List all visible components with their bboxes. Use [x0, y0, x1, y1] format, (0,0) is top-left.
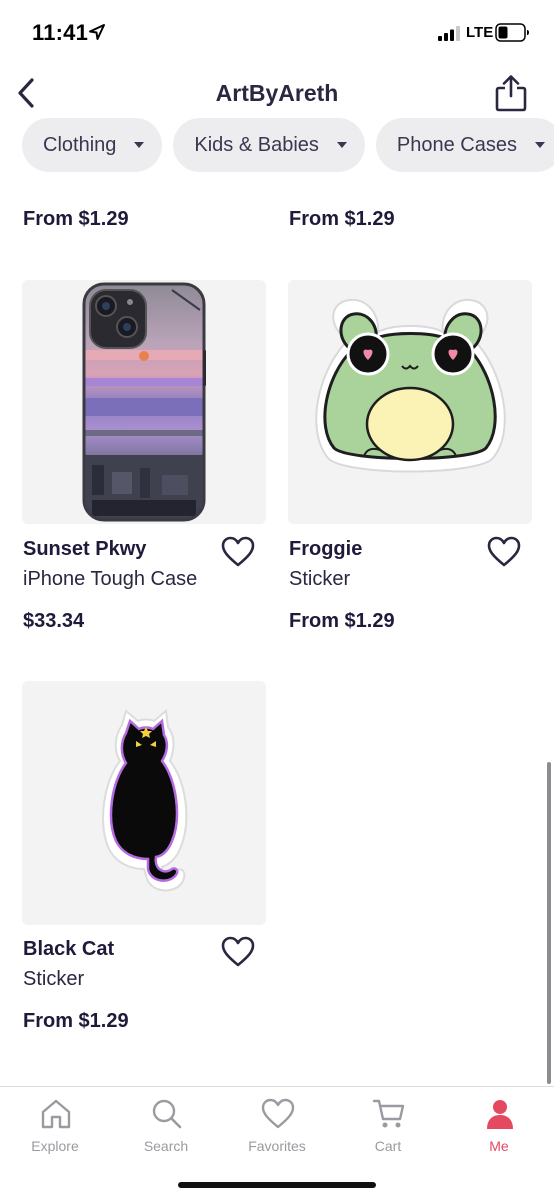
- caret-down-icon: [134, 142, 145, 148]
- header: ArtByAreth: [0, 66, 554, 118]
- product-title[interactable]: Sunset Pkwy: [23, 538, 146, 561]
- product-image-frog-sticker[interactable]: [288, 280, 532, 524]
- share-icon[interactable]: [494, 74, 528, 112]
- tab-label: Explore: [31, 1138, 79, 1154]
- tab-me[interactable]: Me: [444, 1087, 554, 1167]
- home-icon: [41, 1099, 71, 1129]
- scroll-indicator[interactable]: [547, 762, 551, 1084]
- product-image-phone-case[interactable]: [22, 280, 266, 524]
- cart-icon: [372, 1099, 405, 1128]
- favorite-heart-icon[interactable]: [221, 536, 255, 568]
- product-image-cat-sticker[interactable]: [22, 681, 266, 925]
- home-indicator: [178, 1182, 376, 1188]
- chip-label: Phone Cases: [396, 133, 517, 156]
- heart-icon: [261, 1098, 295, 1129]
- chip-kids-babies[interactable]: Kids & Babies: [173, 118, 365, 172]
- tab-search[interactable]: Search: [111, 1087, 221, 1167]
- app-screen: 11:41 LTE ArtByAreth Clothing Kids & Bab…: [0, 0, 554, 1200]
- sunset-phone-case-image: [82, 282, 206, 522]
- favorite-heart-icon[interactable]: [487, 536, 521, 568]
- battery-icon: [495, 23, 529, 42]
- product-price: $33.34: [23, 610, 85, 632]
- product-subtitle: Sticker: [289, 568, 351, 590]
- product-price: From $1.29: [289, 208, 395, 230]
- product-price: From $1.29: [23, 208, 129, 230]
- tab-label: Me: [489, 1138, 509, 1154]
- page-title: ArtByAreth: [215, 80, 339, 106]
- tab-label: Favorites: [248, 1138, 306, 1154]
- product-subtitle: Sticker: [23, 968, 85, 990]
- caret-down-icon: [336, 142, 347, 148]
- product-grid: From $1.29 From $1.29 Sunset Pkwy iPhone…: [0, 172, 554, 1086]
- status-bar: 11:41 LTE: [0, 0, 554, 66]
- category-chips: Clothing Kids & Babies Phone Cases: [22, 118, 554, 172]
- black-cat-sticker-image: [102, 709, 188, 892]
- search-icon: [152, 1099, 182, 1129]
- chip-phone-cases[interactable]: Phone Cases: [375, 118, 554, 172]
- person-icon: [487, 1100, 513, 1129]
- tab-cart[interactable]: Cart: [333, 1087, 443, 1167]
- tab-explore[interactable]: Explore: [0, 1087, 110, 1167]
- favorite-heart-icon[interactable]: [221, 936, 255, 968]
- product-subtitle: iPhone Tough Case: [23, 568, 198, 590]
- location-arrow-icon: [89, 24, 105, 40]
- tab-label: Cart: [374, 1138, 402, 1154]
- product-title[interactable]: Froggie: [289, 538, 362, 561]
- chip-label: Clothing: [43, 133, 117, 156]
- frog-sticker-image: [315, 298, 506, 473]
- product-price: From $1.29: [289, 610, 395, 632]
- network-label: LTE: [466, 24, 494, 41]
- chip-label: Kids & Babies: [194, 133, 319, 156]
- signal-icon: [438, 26, 460, 41]
- status-time: 11:41: [32, 20, 89, 45]
- product-title[interactable]: Black Cat: [23, 938, 114, 961]
- product-price: From $1.29: [23, 1010, 129, 1032]
- caret-down-icon: [534, 142, 545, 148]
- tab-favorites[interactable]: Favorites: [222, 1087, 332, 1167]
- tab-label: Search: [143, 1138, 189, 1154]
- chip-clothing[interactable]: Clothing: [22, 118, 163, 172]
